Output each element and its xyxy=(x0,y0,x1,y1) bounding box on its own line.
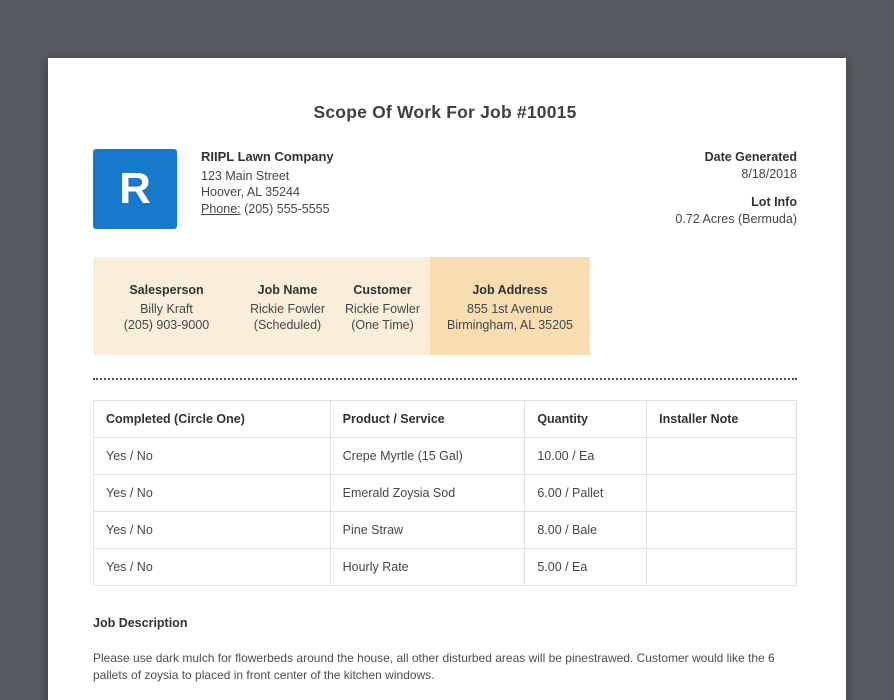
summary-job-address: Job Address 855 1st Avenue Birmingham, A… xyxy=(430,257,590,355)
date-generated-value: 8/18/2018 xyxy=(741,166,797,181)
document-header: R RIIPL Lawn Company 123 Main Street Hoo… xyxy=(93,149,797,229)
customer-type: (One Time) xyxy=(351,318,414,332)
quantity-cell: 5.00 / Ea xyxy=(524,548,648,586)
page-title: Scope Of Work For Job #10015 xyxy=(313,102,577,122)
product-cell: Hourly Rate xyxy=(329,548,526,586)
scope-of-work-table: Completed (Circle One) Product / Service… xyxy=(93,400,797,586)
job-name-status: (Scheduled) xyxy=(253,318,322,332)
job-address-label: Job Address xyxy=(472,283,548,297)
company-address-line1: 123 Main Street xyxy=(201,168,290,183)
quantity-cell: 8.00 / Bale xyxy=(524,511,648,549)
installer-note-cell xyxy=(646,511,797,549)
completed-cell: Yes / No xyxy=(93,437,331,475)
company-phone-line: Phone: (205) 555-5555 xyxy=(201,201,334,218)
customer-label: Customer xyxy=(353,283,412,297)
customer-name: Rickie Fowler xyxy=(344,302,420,316)
table-row: Yes / No Pine Straw 8.00 / Bale xyxy=(93,511,797,549)
table-header-row: Completed (Circle One) Product / Service… xyxy=(93,400,797,438)
company-logo: R xyxy=(93,149,177,229)
job-description-heading: Job Description xyxy=(93,616,188,630)
header-product-service: Product / Service xyxy=(329,400,526,438)
summary-job-name: Job Name Rickie Fowler (Scheduled) xyxy=(240,257,335,355)
dotted-separator xyxy=(93,378,797,380)
job-summary-band: Salesperson Billy Kraft (205) 903-9000 J… xyxy=(93,257,797,355)
table-row: Yes / No Crepe Myrtle (15 Gal) 10.00 / E… xyxy=(93,437,797,475)
salesperson-name: Billy Kraft xyxy=(140,302,193,316)
table-row: Yes / No Emerald Zoysia Sod 6.00 / Palle… xyxy=(93,474,797,512)
installer-note-cell xyxy=(646,437,797,475)
job-address-line1: 855 1st Avenue xyxy=(467,302,553,316)
phone-number: (205) 555-5555 xyxy=(244,201,330,216)
lot-info-label: Lot Info xyxy=(751,195,797,209)
table-row: Yes / No Hourly Rate 5.00 / Ea xyxy=(93,548,797,586)
header-completed: Completed (Circle One) xyxy=(93,400,331,438)
document-page: Scope Of Work For Job #10015 R RIIPL Law… xyxy=(48,58,846,700)
installer-note-cell xyxy=(646,548,797,586)
company-address-line2: Hoover, AL 35244 xyxy=(201,185,300,199)
header-installer-note: Installer Note xyxy=(646,400,797,438)
header-quantity: Quantity xyxy=(524,400,648,438)
summary-salesperson: Salesperson Billy Kraft (205) 903-9000 xyxy=(93,257,240,355)
company-info: RIIPL Lawn Company 123 Main Street Hoove… xyxy=(201,149,334,217)
completed-cell: Yes / No xyxy=(93,511,331,549)
document-meta: Date Generated 8/18/2018 Lot Info 0.72 A… xyxy=(675,149,797,227)
summary-customer: Customer Rickie Fowler (One Time) xyxy=(335,257,430,355)
installer-note-cell xyxy=(646,474,797,512)
completed-cell: Yes / No xyxy=(93,548,331,586)
job-name-value: Rickie Fowler xyxy=(249,302,325,316)
company-logo-letter: R xyxy=(119,164,151,213)
product-cell: Emerald Zoysia Sod xyxy=(329,474,526,512)
phone-label: Phone: xyxy=(201,201,241,216)
quantity-cell: 10.00 / Ea xyxy=(524,437,648,475)
date-generated-label: Date Generated xyxy=(704,150,797,164)
salesperson-phone: (205) 903-9000 xyxy=(123,318,210,332)
company-name: RIIPL Lawn Company xyxy=(201,149,334,164)
quantity-cell: 6.00 / Pallet xyxy=(524,474,648,512)
product-cell: Pine Straw xyxy=(329,511,526,549)
completed-cell: Yes / No xyxy=(93,474,331,512)
job-description-paragraph: Please use dark mulch for flowerbeds aro… xyxy=(93,651,775,682)
salesperson-label: Salesperson xyxy=(129,283,204,297)
job-address-line2: Birmingham, AL 35205 xyxy=(446,318,573,332)
product-cell: Crepe Myrtle (15 Gal) xyxy=(329,437,526,475)
lot-info-value: 0.72 Acres (Bermuda) xyxy=(675,211,797,226)
job-description-section: Job Description Please use dark mulch fo… xyxy=(93,616,797,700)
job-name-label: Job Name xyxy=(257,283,318,297)
